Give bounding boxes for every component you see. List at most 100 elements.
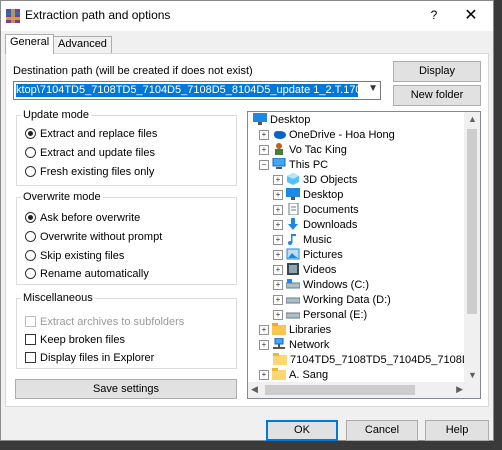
tree-item-downloads[interactable]: + Downloads (273, 218, 357, 233)
network-icon (273, 338, 285, 349)
checkbox-icon[interactable] (25, 334, 36, 345)
tree-item-onedrive[interactable]: + OneDrive - Hoa Hong (259, 128, 395, 143)
ok-button[interactable]: OK (266, 420, 338, 441)
checkbox-keep-broken[interactable]: Keep broken files (25, 333, 125, 347)
collapse-icon[interactable]: − (259, 160, 269, 170)
update-mode-title: Update mode (21, 109, 92, 121)
expand-icon[interactable]: + (259, 130, 269, 140)
new-folder-button[interactable]: New folder (393, 85, 481, 106)
radio-icon[interactable] (25, 166, 36, 177)
scrollbar-corner (464, 382, 480, 398)
scroll-up-icon[interactable]: ▲ (468, 114, 477, 124)
tree-item-vo-tac-king[interactable]: + Vo Tac King (259, 143, 347, 158)
radio-ask-before[interactable]: Ask before overwrite (25, 211, 140, 225)
horizontal-scrollbar[interactable]: ◀ ▶ (248, 382, 466, 398)
folder-icon (273, 353, 287, 365)
vertical-scrollbar[interactable]: ▲ ▼ (464, 112, 480, 382)
radio-extract-update[interactable]: Extract and update files (25, 146, 155, 160)
tree-item-documents[interactable]: + Documents (273, 203, 359, 218)
tree-item-windows-c[interactable]: + Windows (C:) (273, 278, 369, 293)
video-icon (287, 263, 299, 275)
tree-item-music[interactable]: + Music (273, 233, 332, 248)
library-icon (272, 323, 286, 335)
display-button[interactable]: Display (393, 61, 481, 82)
tree-item-pictures[interactable]: + Pictures (273, 248, 343, 263)
cancel-button[interactable]: Cancel (346, 420, 418, 441)
misc-title: Miscellaneous (21, 292, 95, 304)
radio-extract-replace[interactable]: Extract and replace files (25, 127, 157, 141)
tree-item-a-sang[interactable]: + A. Sang (259, 368, 328, 383)
scroll-down-icon[interactable]: ▼ (468, 370, 477, 380)
expand-icon[interactable]: + (273, 310, 283, 320)
misc-group: Miscellaneous Extract archives to subfol… (16, 292, 237, 369)
radio-selected-icon[interactable] (25, 128, 36, 139)
expand-icon[interactable]: + (259, 370, 269, 380)
radio-overwrite-no-prompt[interactable]: Overwrite without prompt (25, 230, 162, 244)
destination-label: Destination path (will be created if doe… (13, 65, 253, 77)
expand-icon[interactable]: + (273, 235, 283, 245)
folder-tree[interactable]: Desktop + OneDrive - Hoa Hong + Vo Tac Kin… (247, 111, 481, 399)
expand-icon[interactable]: + (259, 145, 269, 155)
tree-item-this-pc[interactable]: − This PC (259, 158, 328, 173)
desktop-icon (286, 188, 300, 200)
close-button[interactable]: ✕ (458, 5, 484, 25)
destination-path-value[interactable]: ktop\7104TD5_7108TD5_7104D5_7108D5_8104D… (16, 84, 358, 97)
download-icon (288, 218, 298, 230)
scroll-right-icon[interactable]: ▶ (456, 384, 463, 395)
folder-icon (272, 368, 286, 380)
tree-item-desktop-root[interactable]: Desktop (253, 113, 310, 128)
radio-icon[interactable] (25, 231, 36, 242)
tree-item-7104td5-folder[interactable]: 7104TD5_7108TD5_7104D5_7108D5_ (273, 353, 466, 368)
expand-icon[interactable]: + (273, 205, 283, 215)
checkbox-icon (25, 316, 36, 327)
save-settings-button[interactable]: Save settings (15, 379, 237, 399)
update-mode-group: Update mode Extract and replace files Ex… (16, 109, 237, 186)
music-icon (288, 234, 296, 245)
scroll-left-icon[interactable]: ◀ (251, 384, 258, 395)
drive-icon (286, 297, 300, 304)
cloud-icon (274, 131, 286, 139)
computer-icon (272, 158, 286, 169)
expand-icon[interactable]: + (259, 340, 269, 350)
vertical-scroll-thumb[interactable] (467, 129, 477, 314)
radio-skip-existing[interactable]: Skip existing files (25, 249, 124, 263)
tree-item-libraries[interactable]: + Libraries (259, 323, 331, 338)
picture-icon (286, 248, 300, 260)
tree-item-desktop[interactable]: + Desktop (273, 188, 343, 203)
dialog-button-bar (1, 407, 493, 440)
drive-icon (286, 312, 300, 319)
tree-item-videos[interactable]: + Videos (273, 263, 336, 278)
radio-icon[interactable] (25, 250, 36, 261)
tab-general[interactable]: General (5, 34, 55, 54)
expand-icon[interactable]: + (259, 325, 269, 335)
expand-icon[interactable]: + (273, 250, 283, 260)
radio-icon[interactable] (25, 147, 36, 158)
checkbox-extract-subfolders: Extract archives to subfolders (25, 315, 184, 329)
help-title-button[interactable]: ? (424, 8, 444, 22)
expand-icon[interactable]: + (273, 295, 283, 305)
overwrite-mode-group: Overwrite mode Ask before overwrite Over… (16, 191, 237, 285)
destination-path-combobox[interactable]: ktop\7104TD5_7108TD5_7104D5_7108D5_8104D… (13, 81, 381, 100)
expand-icon[interactable]: + (273, 220, 283, 230)
radio-rename-auto[interactable]: Rename automatically (25, 267, 149, 281)
radio-selected-icon[interactable] (25, 212, 36, 223)
tree-item-3d-objects[interactable]: +3D Objects (273, 173, 357, 188)
horizontal-scroll-thumb[interactable] (265, 385, 415, 395)
expand-icon[interactable]: + (273, 175, 283, 185)
tree-item-network[interactable]: + Network (259, 338, 329, 353)
expand-icon[interactable]: + (273, 190, 283, 200)
expand-icon[interactable]: + (273, 280, 283, 290)
document-icon (288, 203, 299, 215)
tree-item-personal-e[interactable]: + Personal (E:) (273, 308, 367, 323)
extraction-dialog: Extraction path and options ? ✕ General … (0, 0, 494, 441)
chevron-down-icon[interactable]: ▼ (368, 83, 378, 94)
help-button[interactable]: Help (425, 420, 489, 441)
tab-advanced[interactable]: Advanced (53, 36, 112, 53)
cube-icon (287, 173, 299, 185)
expand-icon[interactable]: + (273, 265, 283, 275)
radio-fresh-existing[interactable]: Fresh existing files only (25, 165, 154, 179)
tree-item-working-data-d[interactable]: + Working Data (D:) (273, 293, 391, 308)
radio-icon[interactable] (25, 268, 36, 279)
checkbox-icon[interactable] (25, 352, 36, 363)
checkbox-display-explorer[interactable]: Display files in Explorer (25, 351, 154, 365)
